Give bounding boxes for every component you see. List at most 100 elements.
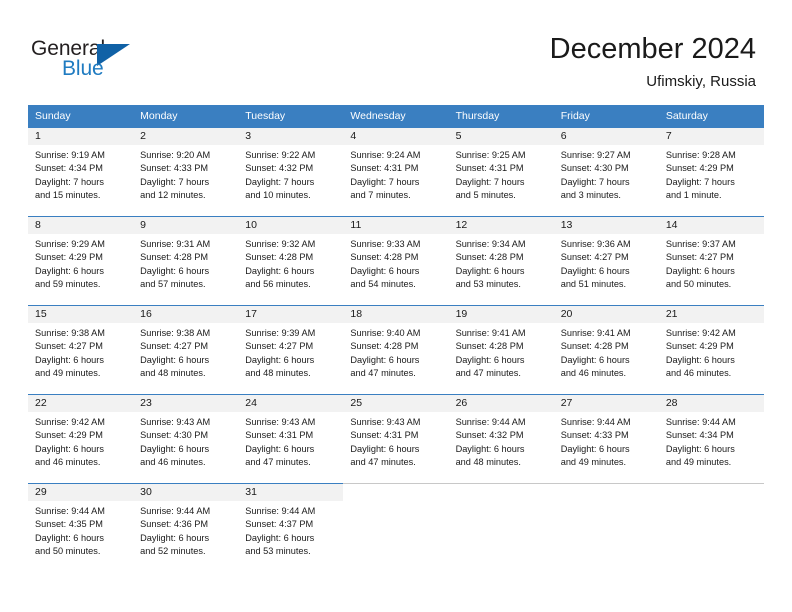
calendar-empty-cell: [658, 483, 764, 572]
day-number: 16: [133, 306, 239, 323]
calendar-day-cell[interactable]: 11 Sunrise: 9:33 AM Sunset: 4:28 PM Dayligh…: [343, 216, 449, 306]
sunrise-line: Sunrise: 9:28 AM: [665, 150, 736, 160]
sunrise-line: Sunrise: 9:22 AM: [245, 150, 316, 160]
calendar-day-cell[interactable]: 5 Sunrise: 9:25 AM Sunset: 4:31 PM Daylight…: [448, 127, 554, 217]
calendar-day-cell[interactable]: 4 Sunrise: 9:24 AM Sunset: 4:31 PM Daylight…: [343, 127, 449, 217]
daylight-line-1: Daylight: 6 hours: [455, 354, 525, 365]
day-details: Sunrise: 9:19 AM Sunset: 4:34 PM Daylight:…: [28, 145, 133, 203]
calendar-day-cell[interactable]: 22 Sunrise: 9:42 AM Sunset: 4:29 PM Dayligh…: [28, 394, 134, 484]
day-number: 31: [238, 484, 344, 501]
day-cell-inner: 15 Sunrise: 9:38 AM Sunset: 4:27 PM Dayligh…: [28, 306, 134, 394]
day-details: Sunrise: 9:25 AM Sunset: 4:31 PM Daylight:…: [449, 145, 554, 203]
daylight-line-2: and 46 minutes.: [560, 368, 627, 379]
day-cell-inner: 21 Sunrise: 9:42 AM Sunset: 4:29 PM Dayligh…: [658, 306, 764, 394]
calendar-day-cell[interactable]: 19 Sunrise: 9:41 AM Sunset: 4:28 PM Dayligh…: [448, 305, 554, 395]
day-number: 17: [238, 306, 344, 323]
daylight-line-2: and 57 minutes.: [140, 279, 206, 290]
sunset-line: Sunset: 4:29 PM: [35, 430, 103, 441]
day-cell-inner: 31 Sunrise: 9:44 AM Sunset: 4:37 PM Dayligh…: [238, 484, 344, 572]
calendar-day-cell[interactable]: 21 Sunrise: 9:42 AM Sunset: 4:29 PM Dayligh…: [658, 305, 764, 395]
sunrise-line: Sunrise: 9:34 AM: [455, 239, 526, 249]
calendar-day-cell[interactable]: 18 Sunrise: 9:40 AM Sunset: 4:28 PM Dayligh…: [343, 305, 449, 395]
daylight-line-1: Daylight: 7 hours: [665, 176, 735, 187]
sunset-line: Sunset: 4:31 PM: [455, 163, 524, 174]
calendar-day-cell[interactable]: 25 Sunrise: 9:43 AM Sunset: 4:31 PM Dayligh…: [343, 394, 449, 484]
day-details: [449, 501, 554, 505]
day-cell-inner: 28 Sunrise: 9:44 AM Sunset: 4:34 PM Dayligh…: [658, 395, 764, 483]
daylight-line-1: Daylight: 6 hours: [245, 532, 315, 543]
calendar-day-cell[interactable]: 9 Sunrise: 9:31 AM Sunset: 4:28 PM Daylight…: [133, 216, 239, 306]
calendar-day-cell[interactable]: 16 Sunrise: 9:38 AM Sunset: 4:27 PM Dayligh…: [133, 305, 239, 395]
calendar-day-cell[interactable]: 1 Sunrise: 9:19 AM Sunset: 4:34 PM Daylight…: [28, 127, 134, 217]
calendar-day-cell[interactable]: 2 Sunrise: 9:20 AM Sunset: 4:33 PM Daylight…: [133, 127, 239, 217]
sunset-line: Sunset: 4:31 PM: [245, 430, 314, 441]
calendar-week-row: 1 Sunrise: 9:19 AM Sunset: 4:34 PM Daylight…: [28, 127, 764, 217]
calendar-day-cell[interactable]: 20 Sunrise: 9:41 AM Sunset: 4:28 PM Dayligh…: [553, 305, 659, 395]
weekday-header-wednesday: Wednesday: [343, 105, 449, 128]
daylight-line-2: and 47 minutes.: [455, 368, 521, 379]
calendar-day-cell[interactable]: 26 Sunrise: 9:44 AM Sunset: 4:32 PM Dayligh…: [448, 394, 554, 484]
day-number: 28: [658, 395, 764, 412]
daylight-line-2: and 46 minutes.: [665, 368, 732, 379]
sunrise-line: Sunrise: 9:33 AM: [350, 239, 421, 249]
daylight-line-1: Daylight: 6 hours: [140, 354, 210, 365]
calendar-day-cell[interactable]: 24 Sunrise: 9:43 AM Sunset: 4:31 PM Dayligh…: [238, 394, 344, 484]
sunset-line: Sunset: 4:27 PM: [245, 341, 314, 352]
sunrise-line: Sunrise: 9:43 AM: [245, 417, 316, 427]
calendar-day-cell[interactable]: 7 Sunrise: 9:28 AM Sunset: 4:29 PM Daylight…: [658, 127, 764, 217]
daylight-line-1: Daylight: 7 hours: [350, 176, 420, 187]
daylight-line-2: and 53 minutes.: [455, 279, 521, 290]
daylight-line-2: and 47 minutes.: [350, 368, 416, 379]
calendar-day-cell[interactable]: 10 Sunrise: 9:32 AM Sunset: 4:28 PM Dayligh…: [238, 216, 344, 306]
day-cell-inner: 20 Sunrise: 9:41 AM Sunset: 4:28 PM Dayligh…: [553, 306, 659, 394]
calendar-day-cell[interactable]: 13 Sunrise: 9:36 AM Sunset: 4:27 PM Dayligh…: [553, 216, 659, 306]
daylight-line-2: and 52 minutes.: [140, 546, 206, 557]
daylight-line-1: Daylight: 7 hours: [455, 176, 525, 187]
calendar-empty-cell: [343, 483, 449, 572]
day-details: Sunrise: 9:28 AM Sunset: 4:29 PM Daylight:…: [659, 145, 764, 203]
calendar-day-cell[interactable]: 15 Sunrise: 9:38 AM Sunset: 4:27 PM Dayligh…: [28, 305, 134, 395]
calendar-day-cell[interactable]: 6 Sunrise: 9:27 AM Sunset: 4:30 PM Daylight…: [553, 127, 659, 217]
daylight-line-2: and 56 minutes.: [245, 279, 311, 290]
day-cell-inner: 24 Sunrise: 9:43 AM Sunset: 4:31 PM Dayligh…: [238, 395, 344, 483]
calendar-day-cell[interactable]: 8 Sunrise: 9:29 AM Sunset: 4:29 PM Daylight…: [28, 216, 134, 306]
daylight-line-1: Daylight: 6 hours: [140, 443, 210, 454]
calendar-day-cell[interactable]: 3 Sunrise: 9:22 AM Sunset: 4:32 PM Daylight…: [238, 127, 344, 217]
daylight-line-2: and 12 minutes.: [140, 190, 206, 201]
day-cell-inner: 29 Sunrise: 9:44 AM Sunset: 4:35 PM Dayligh…: [28, 484, 134, 572]
daylight-line-1: Daylight: 6 hours: [245, 265, 315, 276]
day-number: [449, 484, 554, 501]
day-cell-inner: 1 Sunrise: 9:19 AM Sunset: 4:34 PM Daylight…: [28, 128, 134, 216]
calendar-week-row: 29 Sunrise: 9:44 AM Sunset: 4:35 PM Dayligh…: [28, 483, 764, 572]
general-blue-logo[interactable]: General Blue: [31, 36, 161, 84]
calendar-header-row: Sunday Monday Tuesday Wednesday Thursday Frid…: [28, 105, 764, 128]
day-cell-inner: 25 Sunrise: 9:43 AM Sunset: 4:31 PM Dayligh…: [343, 395, 449, 483]
day-details: Sunrise: 9:44 AM Sunset: 4:34 PM Daylight:…: [659, 412, 764, 470]
day-cell-inner: 6 Sunrise: 9:27 AM Sunset: 4:30 PM Daylight…: [553, 128, 659, 216]
day-cell-inner: 5 Sunrise: 9:25 AM Sunset: 4:31 PM Daylight…: [448, 128, 554, 216]
calendar-day-cell[interactable]: 29 Sunrise: 9:44 AM Sunset: 4:35 PM Dayligh…: [28, 483, 134, 572]
day-cell-inner: 18 Sunrise: 9:40 AM Sunset: 4:28 PM Dayligh…: [343, 306, 449, 394]
sunset-line: Sunset: 4:28 PM: [245, 252, 314, 263]
sunrise-line: Sunrise: 9:44 AM: [665, 417, 736, 427]
calendar-empty-cell: [448, 483, 554, 572]
calendar-day-cell[interactable]: 28 Sunrise: 9:44 AM Sunset: 4:34 PM Dayligh…: [658, 394, 764, 484]
calendar-day-cell[interactable]: 30 Sunrise: 9:44 AM Sunset: 4:36 PM Dayligh…: [133, 483, 239, 572]
day-details: [343, 501, 448, 505]
day-details: Sunrise: 9:38 AM Sunset: 4:27 PM Daylight:…: [133, 323, 238, 381]
sunset-line: Sunset: 4:31 PM: [350, 163, 419, 174]
day-number: 24: [238, 395, 344, 412]
calendar-day-cell[interactable]: 14 Sunrise: 9:37 AM Sunset: 4:27 PM Dayligh…: [658, 216, 764, 306]
day-cell-inner: 8 Sunrise: 9:29 AM Sunset: 4:29 PM Daylight…: [28, 217, 134, 305]
calendar-day-cell[interactable]: 12 Sunrise: 9:34 AM Sunset: 4:28 PM Dayligh…: [448, 216, 554, 306]
calendar-day-cell[interactable]: 23 Sunrise: 9:43 AM Sunset: 4:30 PM Dayligh…: [133, 394, 239, 484]
day-cell-inner: [554, 484, 659, 572]
day-details: Sunrise: 9:24 AM Sunset: 4:31 PM Daylight:…: [343, 145, 448, 203]
calendar-day-cell[interactable]: 17 Sunrise: 9:39 AM Sunset: 4:27 PM Dayligh…: [238, 305, 344, 395]
day-details: Sunrise: 9:36 AM Sunset: 4:27 PM Daylight:…: [554, 234, 659, 292]
calendar-day-cell[interactable]: 31 Sunrise: 9:44 AM Sunset: 4:37 PM Dayligh…: [238, 483, 344, 572]
daylight-line-2: and 48 minutes.: [245, 368, 311, 379]
day-details: [554, 501, 659, 505]
calendar-day-cell[interactable]: 27 Sunrise: 9:44 AM Sunset: 4:33 PM Dayligh…: [553, 394, 659, 484]
daylight-line-1: Daylight: 7 hours: [560, 176, 630, 187]
